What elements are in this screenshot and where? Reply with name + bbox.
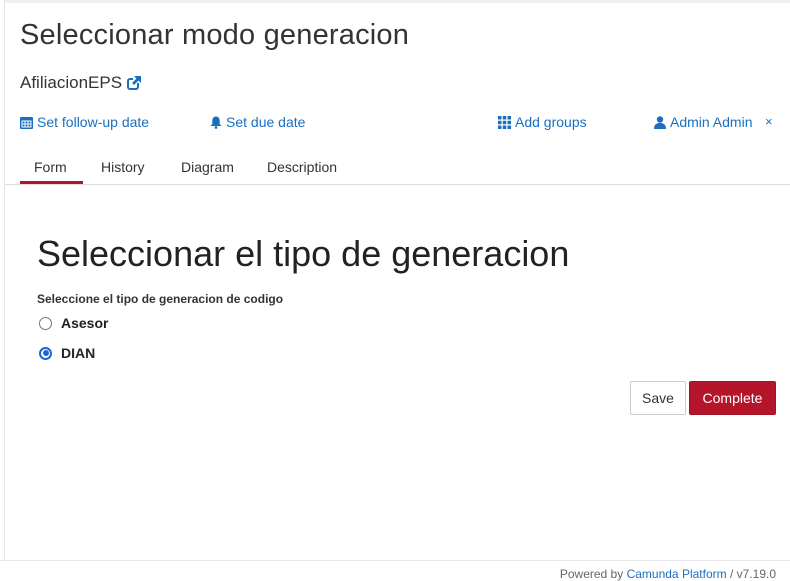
save-button[interactable]: Save <box>630 381 686 415</box>
tab-description[interactable]: Description <box>267 159 337 175</box>
user-icon <box>654 115 666 129</box>
remove-assignee-button[interactable]: × <box>765 114 773 129</box>
process-name[interactable]: AfiliacionEPS <box>20 73 122 93</box>
powered-by-text: Powered by <box>559 567 624 581</box>
tab-form[interactable]: Form <box>34 159 67 175</box>
assignee-label[interactable]: Admin Admin <box>670 114 752 130</box>
set-due-date-label[interactable]: Set due date <box>226 114 305 130</box>
active-tab-indicator <box>20 181 83 184</box>
version-text: / v7.19.0 <box>729 567 776 581</box>
radio-option-asesor[interactable]: Asesor <box>39 315 108 331</box>
footer-text: Powered by Camunda Platform / v7.19.0 <box>560 567 776 581</box>
field-label: Seleccione el tipo de generacion de codi… <box>37 292 284 306</box>
radio-label-dian[interactable]: DIAN <box>61 345 95 361</box>
add-groups-label[interactable]: Add groups <box>515 114 587 130</box>
task-tabs: Form History Diagram Description <box>5 153 790 185</box>
task-actions: Set follow-up date Set due date Add grou… <box>5 114 790 134</box>
grid-icon <box>498 115 511 129</box>
bell-icon <box>210 116 222 129</box>
radio-label-asesor[interactable]: Asesor <box>61 315 108 331</box>
add-groups-button[interactable]: Add groups <box>498 114 587 130</box>
calendar-icon <box>20 116 33 129</box>
assignee-button[interactable]: Admin Admin <box>654 114 752 130</box>
process-link[interactable]: AfiliacionEPS <box>20 73 142 93</box>
radio-button-dian[interactable] <box>39 346 52 360</box>
set-follow-up-date-label[interactable]: Set follow-up date <box>37 114 149 130</box>
radio-button-asesor[interactable] <box>39 316 52 330</box>
external-link-icon[interactable] <box>127 76 142 90</box>
form-heading: Seleccionar el tipo de generacion <box>37 233 570 274</box>
tab-history[interactable]: History <box>101 159 145 175</box>
radio-option-dian[interactable]: DIAN <box>39 345 95 361</box>
task-panel: Seleccionar modo generacion AfiliacionEP… <box>4 0 790 560</box>
camunda-platform-link[interactable]: Camunda Platform <box>627 567 727 581</box>
close-icon[interactable]: × <box>765 114 773 129</box>
set-follow-up-date-button[interactable]: Set follow-up date <box>20 114 149 130</box>
complete-button[interactable]: Complete <box>689 381 776 415</box>
footer: Powered by Camunda Platform / v7.19.0 <box>0 560 790 581</box>
task-title: Seleccionar modo generacion <box>20 19 410 51</box>
tab-diagram[interactable]: Diagram <box>181 159 234 175</box>
set-due-date-button[interactable]: Set due date <box>210 114 305 130</box>
